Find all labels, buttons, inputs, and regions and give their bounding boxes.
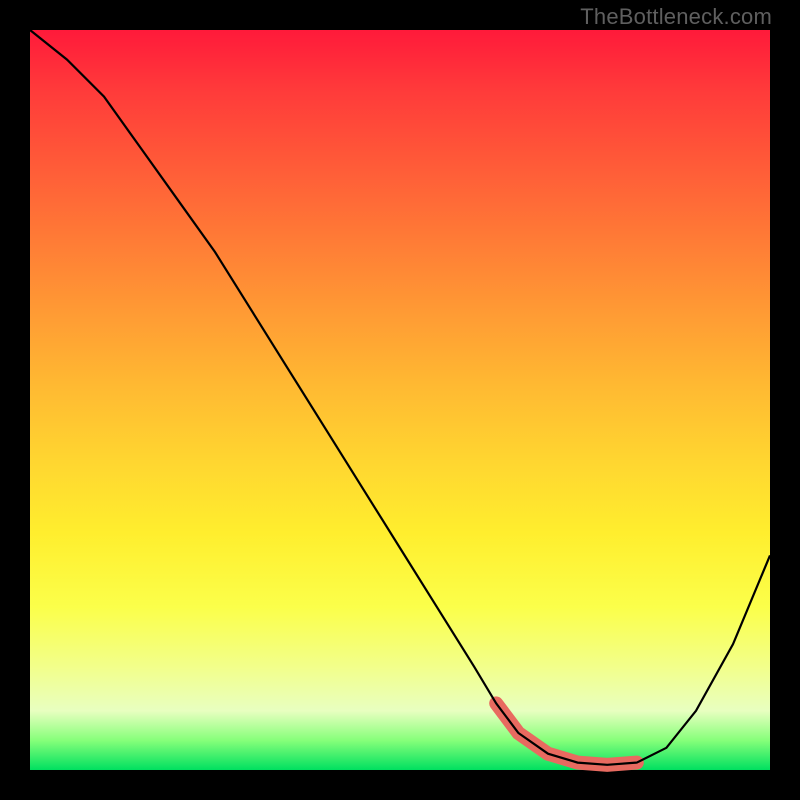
gradient-plot-area — [30, 30, 770, 770]
watermark-text: TheBottleneck.com — [580, 4, 772, 30]
curve-layer — [30, 30, 770, 770]
optimal-zone-highlight — [496, 703, 637, 764]
chart-frame: TheBottleneck.com — [0, 0, 800, 800]
bottleneck-curve — [30, 30, 770, 765]
